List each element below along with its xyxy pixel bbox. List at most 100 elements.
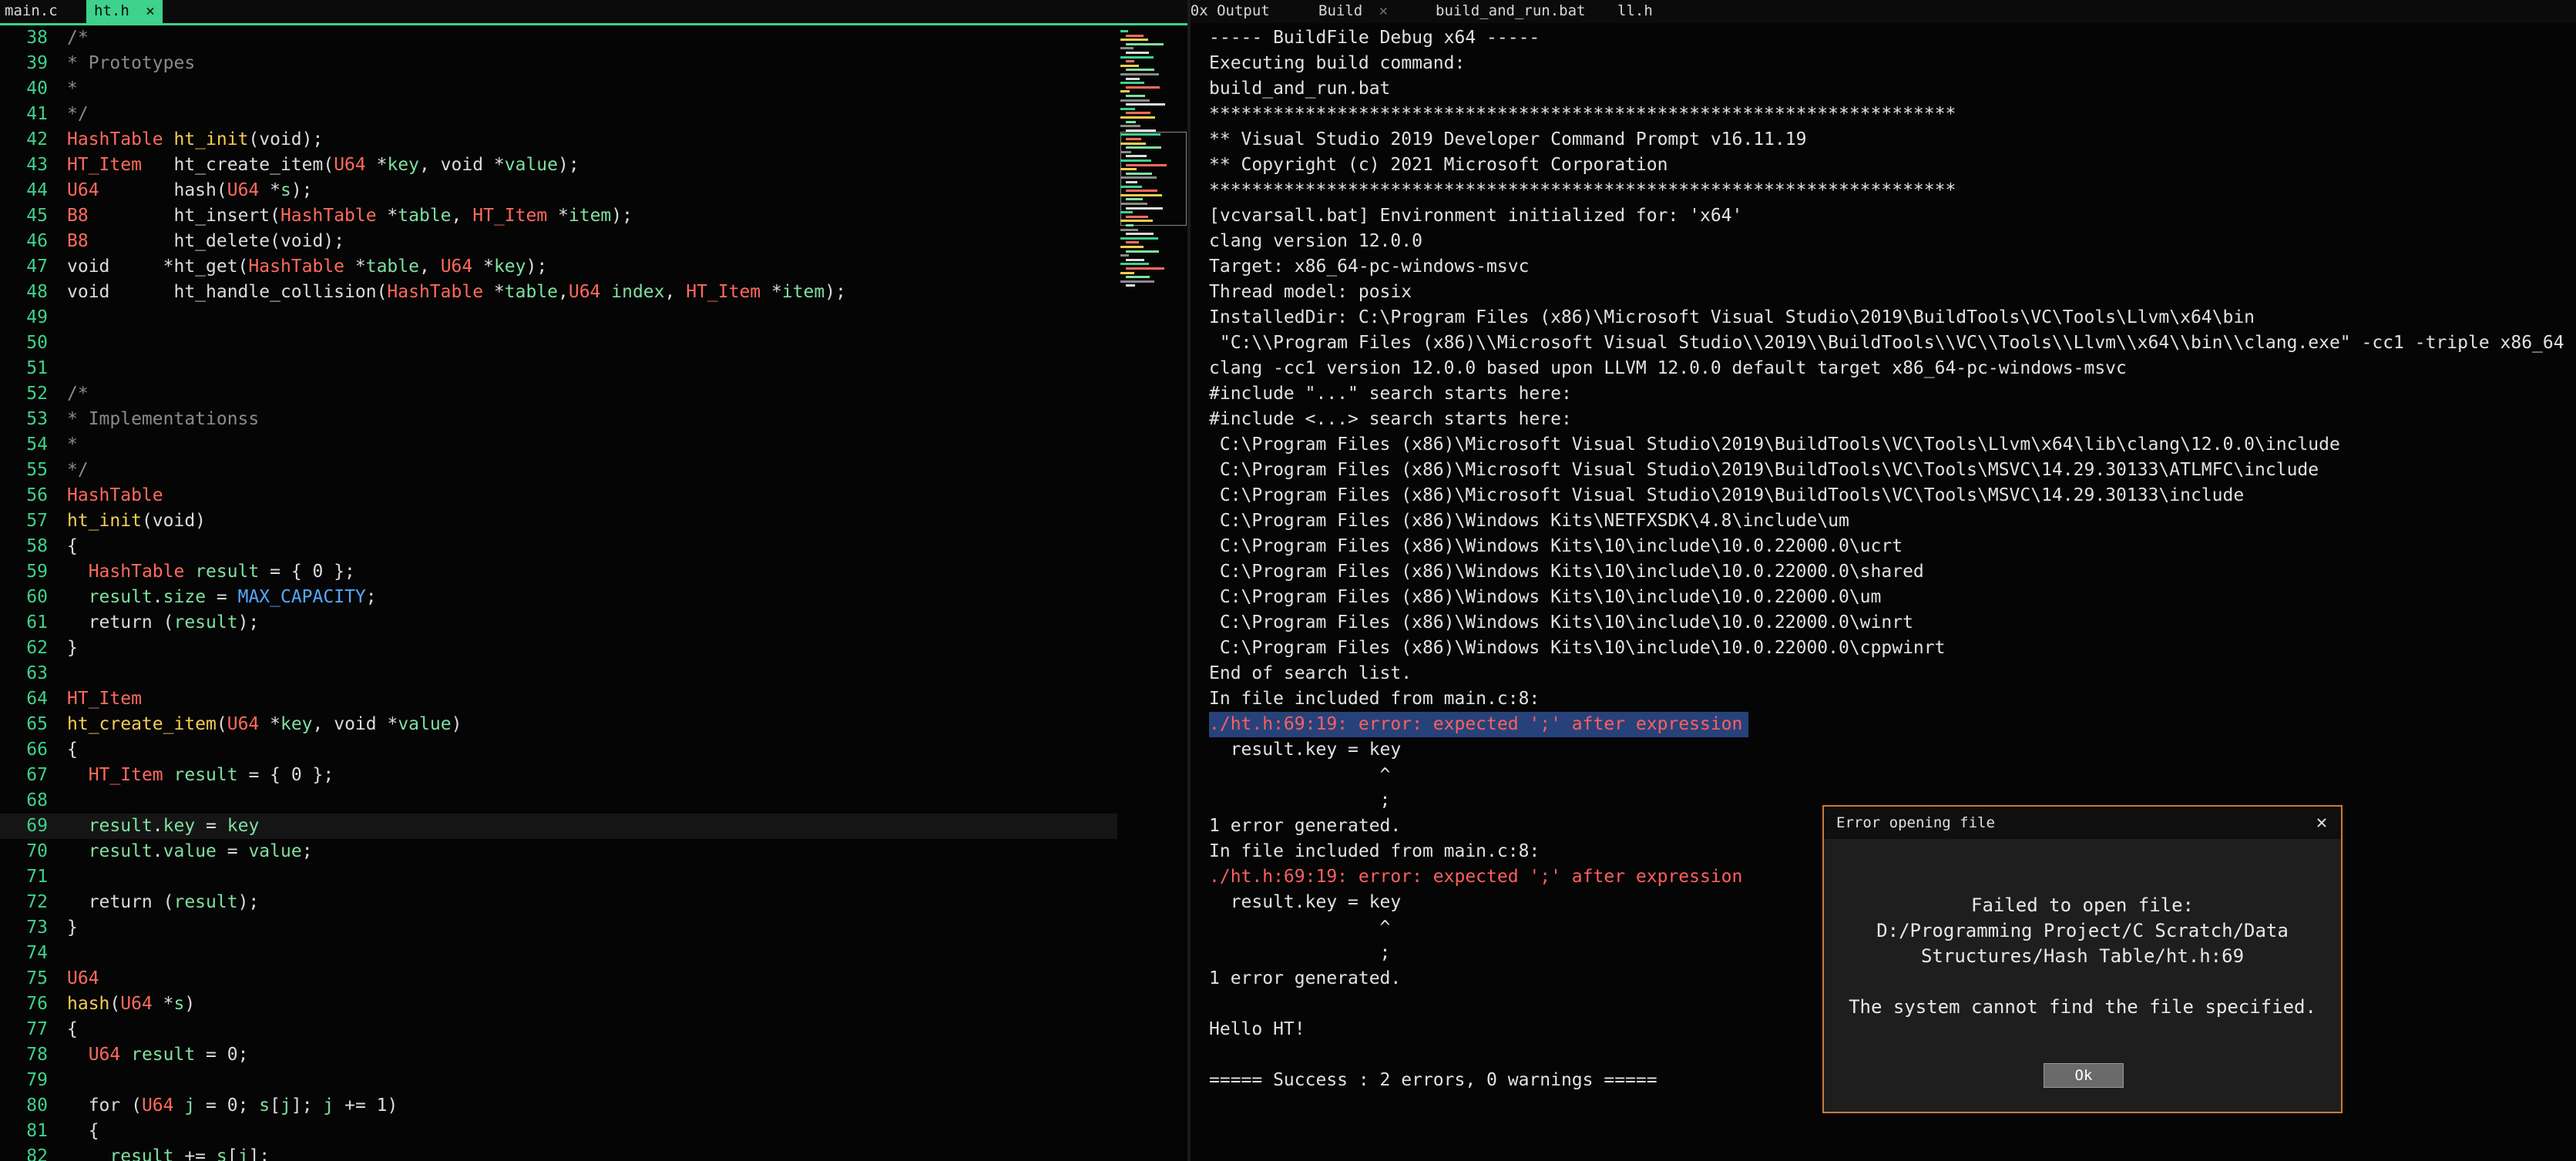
output-line: clang version 12.0.0 [1209,231,1422,251]
tab-ll-h[interactable]: ll.h [1617,0,1653,23]
code-line[interactable]: 74 [0,941,1117,966]
code-line[interactable]: 68 [0,788,1117,814]
code-token: ht_insert( [88,206,280,226]
tab-main-c[interactable]: main.c [5,0,58,23]
line-number: 73 [26,918,48,938]
code-token: MAX_CAPACITY [237,587,366,607]
tab-ht-h[interactable]: ht.h ✕ [86,0,163,23]
code-editor[interactable]: 38 /* 39 * Prototypes 40 * 41 */ 42 HashTable ht_… [0,25,1117,1161]
close-icon[interactable]: ✕ [2310,810,2333,834]
code-line[interactable]: 63 [0,661,1117,686]
code-line[interactable]: 71 [0,864,1117,890]
code-line[interactable]: 54 * [0,432,1117,458]
code-token: HashTable [67,485,163,505]
code-token: HT_Item [686,282,761,302]
minimap-stroke [1120,64,1139,67]
code-line[interactable]: 79 [0,1068,1117,1093]
close-icon[interactable]: ✕ [1379,2,1388,19]
line-number: 48 [26,282,48,302]
code-line[interactable]: 39 * Prototypes [0,51,1117,76]
code-token: ht_delete(void); [88,231,345,251]
code-line[interactable]: 59 HashTable result = { 0 }; [0,559,1117,585]
code-token: * Implementationss [67,409,260,429]
code-line[interactable]: 76 hash(U64 *s) [0,992,1117,1017]
tab-build[interactable]: Build ✕ [1318,0,1388,23]
code-token: U64 [227,714,260,734]
code-line[interactable]: 52 /* [0,381,1117,407]
code-token: = 0; [195,1045,249,1065]
minimap[interactable] [1117,25,1187,334]
code-line[interactable]: 73} [0,915,1117,941]
code-line[interactable]: 65 ht_create_item(U64 *key, void *value) [0,712,1117,737]
code-token: += 1) [334,1096,398,1116]
code-line[interactable]: 38 /* [0,25,1117,51]
code-line[interactable]: 58 { [0,534,1117,559]
ok-button[interactable]: Ok [2044,1063,2124,1088]
output-line: build_and_run.bat [1209,79,1391,99]
code-line[interactable]: 60 result.size = MAX_CAPACITY; [0,585,1117,610]
error-dialog: Error opening file ✕ Failed to open file… [1822,805,2343,1113]
minimap-stroke [1126,181,1137,183]
code-line[interactable]: 41 */ [0,102,1117,127]
code-line[interactable]: 56 HashTable [0,483,1117,508]
output-line: ****************************************… [1209,180,1956,200]
line-number: 53 [26,409,48,429]
code-token: = 0; [195,1096,260,1116]
minimap-stroke [1126,233,1154,236]
code-line[interactable]: 78 U64 result = 0; [0,1042,1117,1068]
code-token: j [280,1096,291,1116]
code-token: * [365,155,388,175]
code-line[interactable]: 75 U64 [0,966,1117,992]
code-line[interactable]: 49 [0,305,1117,331]
code-line[interactable]: 45 B8 ht_insert(HashTable *table, HT_Item… [0,203,1117,229]
code-token: , [664,282,687,302]
code-token: * [259,180,280,200]
code-token: HashTable [280,206,377,226]
minimap-stroke [1126,215,1148,218]
code-line[interactable]: 81 { [0,1119,1117,1144]
code-token: s [216,1146,227,1161]
output-error-line: ./ht.h:69:19: error: expected ';' after … [1209,867,1743,887]
code-line[interactable]: 61 return (result); [0,610,1117,636]
code-token: hash [67,994,110,1014]
output-error-line: ./ht.h:69:19: error: expected ';' after … [1209,712,1749,737]
code-line[interactable]: 57 ht_init(void) [0,508,1117,534]
code-line[interactable]: 66 { [0,737,1117,763]
code-token: U64 [88,1045,121,1065]
code-line[interactable]: 80 for (U64 j = 0; s[j]; j += 1) [0,1093,1117,1119]
code-token: ); [558,155,579,175]
code-line[interactable]: 48 void ht_handle_collision(HashTable *ta… [0,280,1117,305]
tab-10x-output[interactable]: ...10x Output [1191,0,1270,23]
code-line[interactable]: 53 * Implementationss [0,407,1117,432]
code-line[interactable]: 51 [0,356,1117,381]
code-line[interactable]: 72 return (result); [0,890,1117,915]
code-token: * [472,257,494,277]
code-line[interactable]: 47 void *ht_get(HashTable *table, U64 *ke… [0,254,1117,280]
line-number: 50 [26,333,48,353]
minimap-stroke [1126,206,1163,210]
code-line[interactable]: 82 result += s[j]; [0,1144,1117,1161]
close-icon[interactable]: ✕ [146,2,154,19]
code-line[interactable]: 64 HT_Item [0,686,1117,712]
code-line[interactable]: 77 { [0,1017,1117,1042]
code-line[interactable]: 70 result.value = value; [0,839,1117,864]
code-line[interactable]: 55 */ [0,458,1117,483]
minimap-stroke [1126,267,1164,270]
code-line[interactable]: 44 U64 hash(U64 *s); [0,178,1117,203]
line-number: 61 [26,612,48,633]
code-line[interactable]: 40 * [0,76,1117,102]
tab-build-and-run-bat[interactable]: build_and_run.bat [1436,0,1585,23]
minimap-stroke [1126,284,1135,287]
code-line[interactable]: 50 [0,331,1117,356]
code-line[interactable]: 69 result.key = key [0,814,1117,839]
code-line[interactable]: 67 HT_Item result = { 0 }; [0,763,1117,788]
code-line[interactable]: 46 B8 ht_delete(void); [0,229,1117,254]
minimap-stroke [1126,95,1145,97]
code-line[interactable]: 43 HT_Item ht_create_item(U64 *key, void … [0,153,1117,178]
code-line[interactable]: 62} [0,636,1117,661]
code-line[interactable]: 42 HashTable ht_init(void); [0,127,1117,153]
line-number: 43 [26,155,48,175]
line-number: 77 [26,1019,48,1039]
